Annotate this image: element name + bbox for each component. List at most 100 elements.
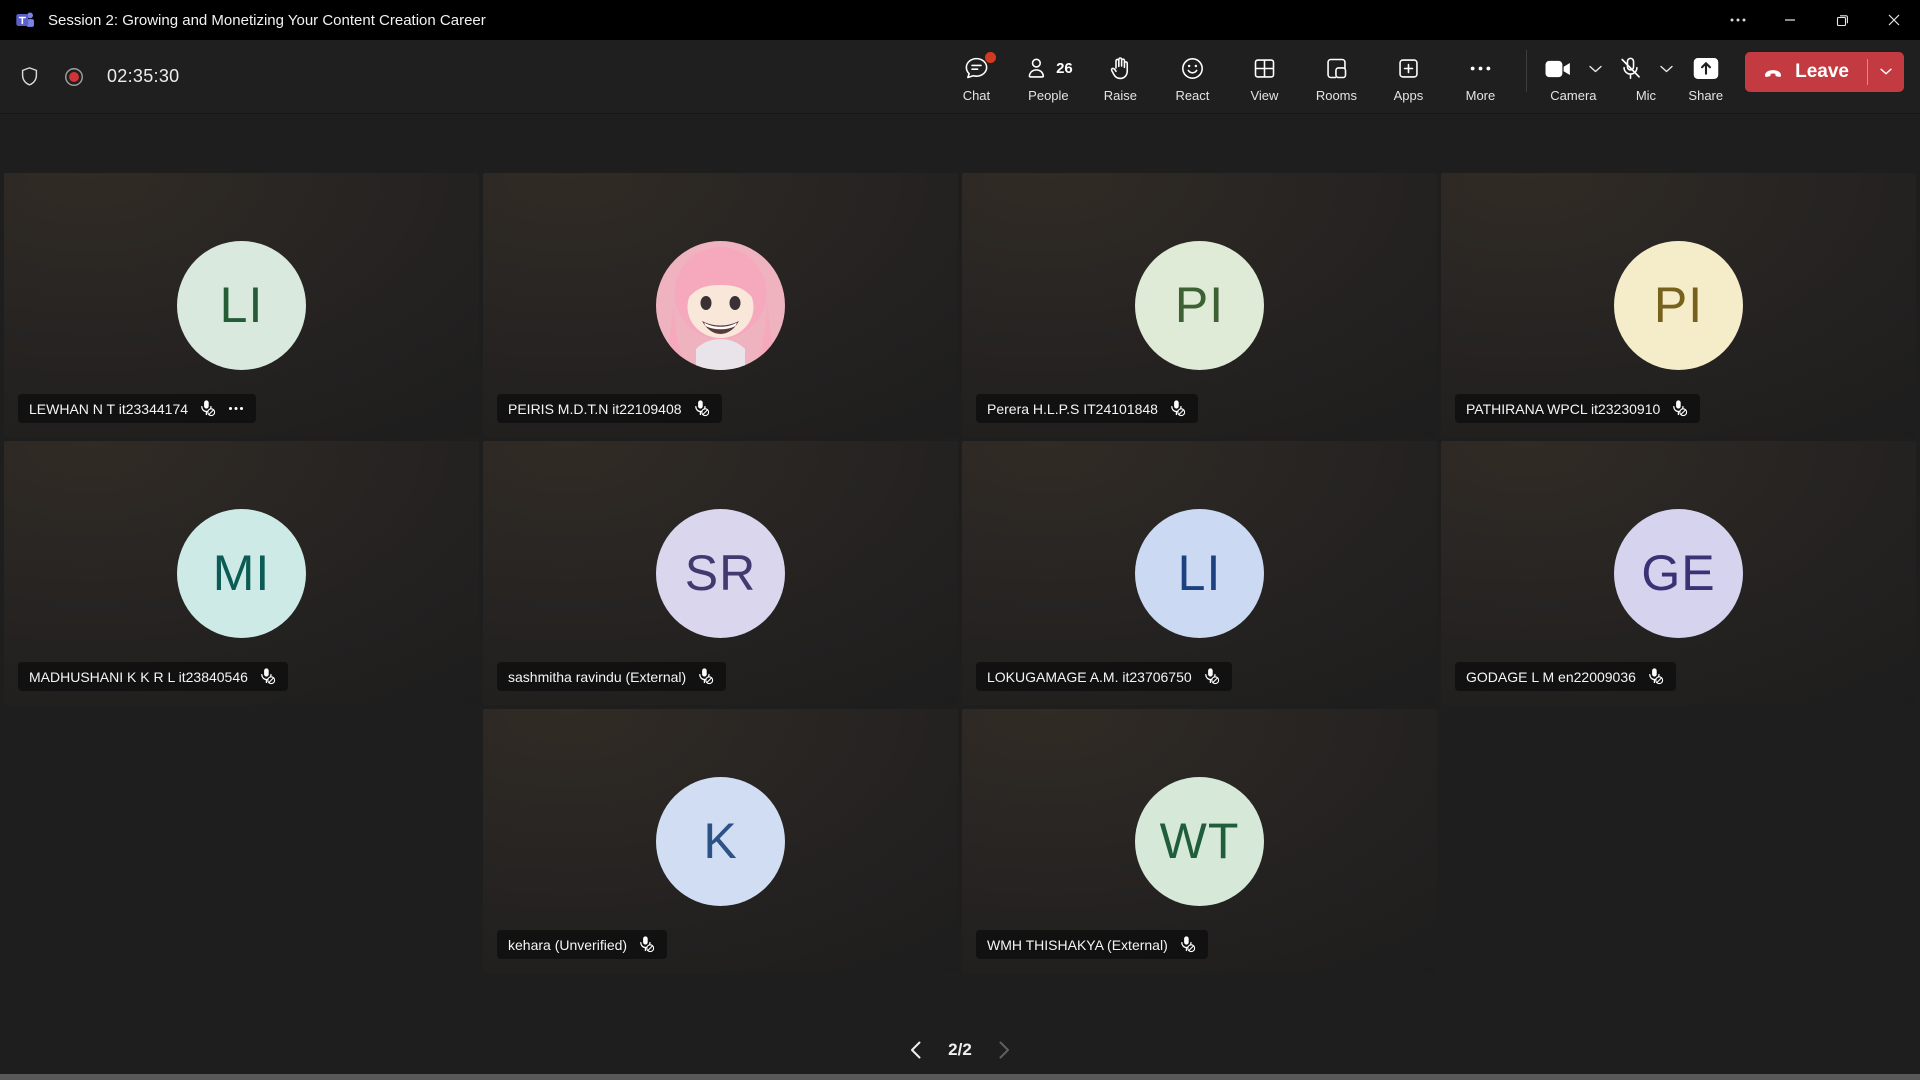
camera-icon — [1543, 56, 1573, 82]
minimize-icon[interactable] — [1764, 0, 1816, 40]
name-pill: kehara (Unverified) — [497, 930, 667, 959]
apps-icon — [1395, 55, 1422, 82]
titlebar-left: Session 2: Growing and Monetizing Your C… — [0, 9, 486, 31]
avatar: K — [656, 777, 785, 906]
participant-name: sashmitha ravindu (External) — [508, 669, 686, 685]
participant-name: kehara (Unverified) — [508, 937, 627, 953]
raise-hand-icon — [1107, 55, 1134, 82]
mic-group: Mic — [1617, 51, 1674, 103]
participant-tile[interactable]: PI Perera H.L.P.S — [962, 173, 1437, 437]
avatar-illustration — [656, 241, 785, 370]
participant-name: LEWHAN N T it23344174 — [29, 401, 188, 417]
view-label: View — [1250, 88, 1278, 103]
people-icon — [1024, 55, 1051, 82]
people-label: People — [1028, 88, 1068, 103]
view-button[interactable]: View — [1232, 51, 1296, 103]
participant-mic-muted-icon — [1646, 667, 1665, 686]
react-button[interactable]: React — [1160, 51, 1224, 103]
chat-notification-dot — [985, 52, 996, 63]
meeting-toolbar: 02:35:30 Chat — [0, 40, 1920, 114]
tile-more-icon — [228, 406, 244, 411]
participant-tile[interactable]: LI LEWHAN N T it2 — [4, 173, 479, 437]
participant-name: WMH THISHAKYA (External) — [987, 937, 1168, 953]
share-group: Share — [1688, 51, 1723, 103]
chevron-down-icon — [1588, 64, 1603, 74]
avatar: PI — [1135, 241, 1264, 370]
share-label: Share — [1688, 88, 1723, 103]
participant-name: GODAGE L M en22009036 — [1466, 669, 1636, 685]
restore-icon[interactable] — [1816, 0, 1868, 40]
participant-name: PATHIRANA WPCL it23230910 — [1466, 401, 1660, 417]
share-icon — [1692, 56, 1720, 81]
meeting-timer: 02:35:30 — [107, 66, 179, 87]
apps-button[interactable]: Apps — [1376, 51, 1440, 103]
camera-toggle-button[interactable] — [1543, 56, 1573, 82]
rooms-button[interactable]: Rooms — [1304, 51, 1368, 103]
page-indicator: 2/2 — [948, 1040, 972, 1060]
people-button[interactable]: 26 People — [1016, 51, 1080, 103]
participant-tile[interactable]: PI PATHIRANA WPCL — [1441, 173, 1916, 437]
avatar: LI — [177, 241, 306, 370]
camera-chevron-button[interactable] — [1588, 64, 1603, 74]
meeting-stage: LI LEWHAN N T it2 — [0, 114, 1920, 1074]
participant-grid: LI LEWHAN N T it2 — [4, 173, 1916, 973]
avatar: SR — [656, 509, 785, 638]
tile-more-button[interactable] — [227, 406, 245, 411]
avatar: MI — [177, 509, 306, 638]
name-pill: sashmitha ravindu (External) — [497, 662, 726, 691]
chat-label: Chat — [963, 88, 990, 103]
avatar: GE — [1614, 509, 1743, 638]
chevron-right-icon — [998, 1040, 1011, 1060]
avatar: LI — [1135, 509, 1264, 638]
participant-mic-muted-icon — [692, 399, 711, 418]
participant-name: MADHUSHANI K K R L it23840546 — [29, 669, 248, 685]
participant-mic-muted-icon — [637, 935, 656, 954]
raise-hand-button[interactable]: Raise — [1088, 51, 1152, 103]
participant-tile[interactable]: GE GODAGE L M en2 — [1441, 441, 1916, 705]
toolbar-items: Chat 26 People Raise — [944, 51, 1512, 103]
close-icon[interactable] — [1868, 0, 1920, 40]
participant-mic-muted-icon — [696, 667, 715, 686]
apps-label: Apps — [1394, 88, 1424, 103]
chat-button[interactable]: Chat — [944, 51, 1008, 103]
raise-label: Raise — [1104, 88, 1137, 103]
leave-label: Leave — [1795, 61, 1849, 83]
camera-label: Camera — [1550, 88, 1596, 103]
chevron-down-icon — [1659, 64, 1674, 74]
mic-toggle-button[interactable] — [1617, 55, 1644, 82]
participant-tile[interactable]: WT WMH THISHAKYA — [962, 709, 1437, 973]
hangup-phone-icon — [1761, 60, 1785, 84]
participant-tile[interactable]: K kehara (Unverif — [483, 709, 958, 973]
avatar: WT — [1135, 777, 1264, 906]
participant-tile[interactable]: LI LOKUGAMAGE A.M — [962, 441, 1437, 705]
participant-tile[interactable]: MI MADHUSHANI K K — [4, 441, 479, 705]
chevron-down-icon — [1879, 67, 1893, 76]
bottom-edge-strip — [0, 1074, 1920, 1080]
participant-tile[interactable]: SR sashmitha ravi — [483, 441, 958, 705]
more-icon — [1467, 55, 1494, 82]
mic-chevron-button[interactable] — [1659, 64, 1674, 74]
name-pill: WMH THISHAKYA (External) — [976, 930, 1208, 959]
name-pill: Perera H.L.P.S IT24101848 — [976, 394, 1198, 423]
rooms-icon — [1323, 55, 1350, 82]
mic-muted-icon — [1617, 55, 1644, 82]
previous-page-button[interactable] — [909, 1040, 922, 1060]
recording-indicator-icon — [63, 66, 85, 88]
titlebar: Session 2: Growing and Monetizing Your C… — [0, 0, 1920, 40]
more-button[interactable]: More — [1448, 51, 1512, 103]
rooms-label: Rooms — [1316, 88, 1357, 103]
participant-name: Perera H.L.P.S IT24101848 — [987, 401, 1158, 417]
leave-chevron[interactable] — [1868, 52, 1904, 92]
name-pill: LOKUGAMAGE A.M. it23706750 — [976, 662, 1232, 691]
participant-tile[interactable]: PEIRIS M.D.T.N it22109408 — [483, 173, 958, 437]
name-pill: PATHIRANA WPCL it23230910 — [1455, 394, 1700, 423]
next-page-button[interactable] — [998, 1040, 1011, 1060]
window-title: Session 2: Growing and Monetizing Your C… — [48, 12, 486, 29]
chevron-left-icon — [909, 1040, 922, 1060]
shield-icon[interactable] — [18, 65, 41, 88]
participant-mic-muted-icon — [1168, 399, 1187, 418]
share-button[interactable] — [1692, 56, 1720, 81]
status-group: 02:35:30 — [18, 65, 179, 88]
leave-button[interactable]: Leave — [1745, 52, 1904, 92]
titlebar-more-icon[interactable] — [1712, 0, 1764, 40]
